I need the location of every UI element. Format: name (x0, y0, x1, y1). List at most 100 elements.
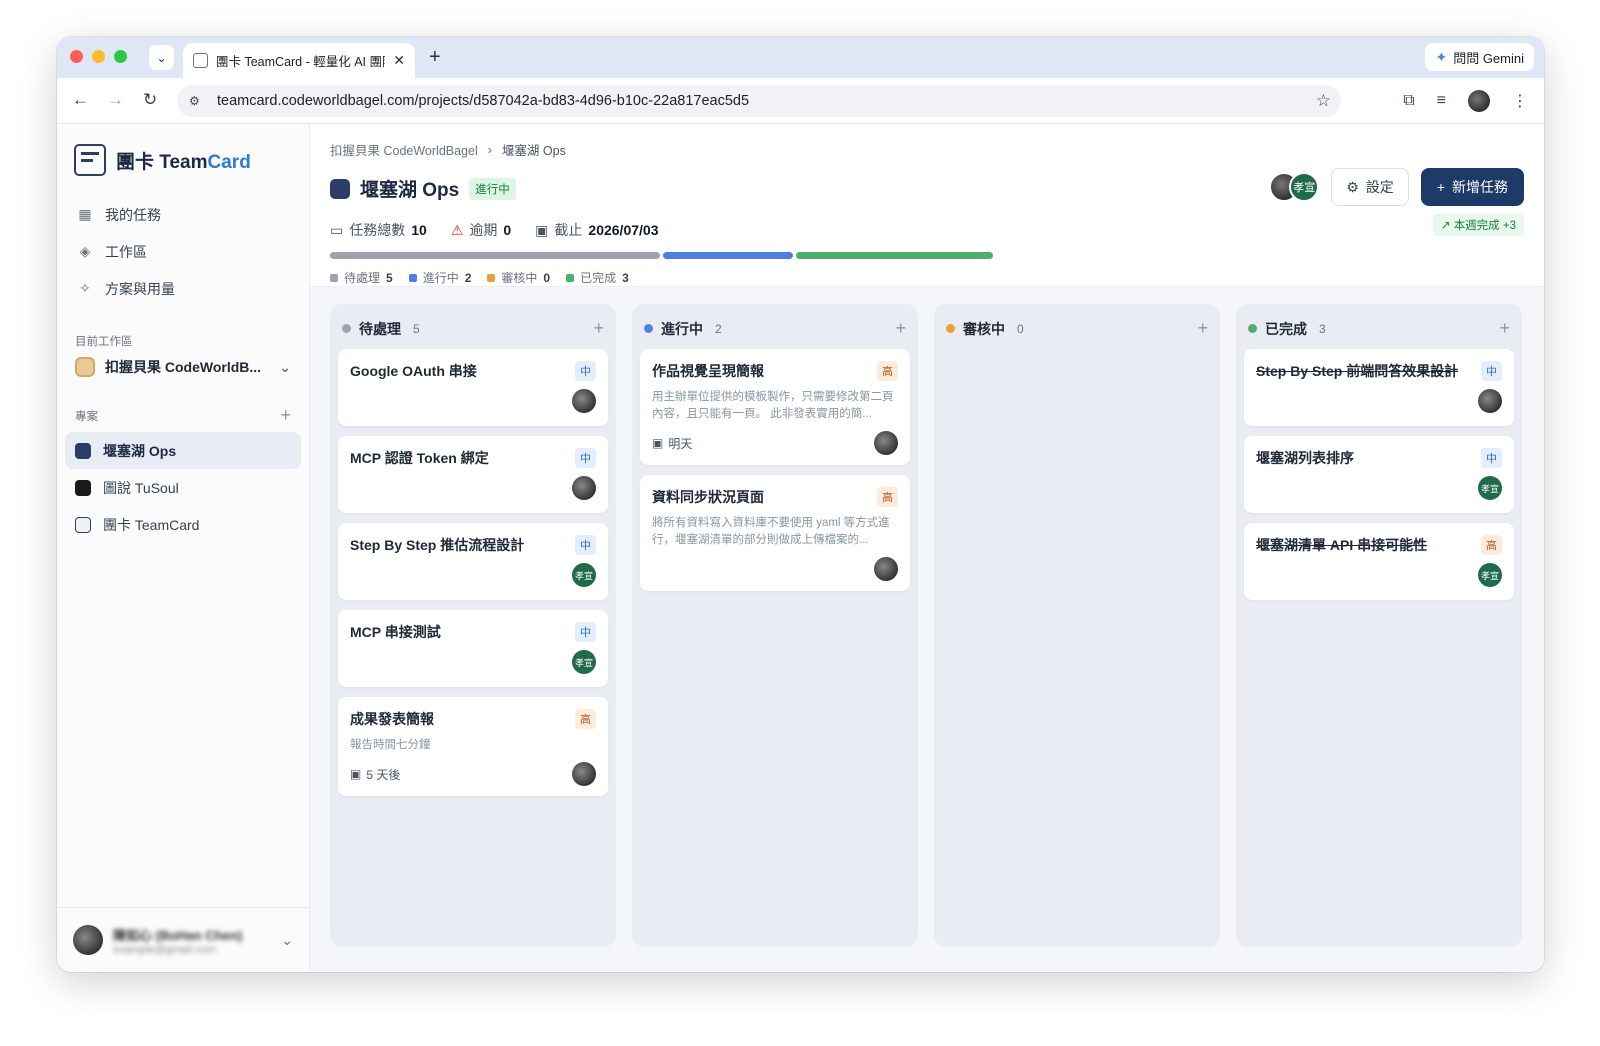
forward-icon[interactable]: → (107, 90, 124, 110)
brand-prefix: 團卡 Team (116, 151, 208, 173)
stat-due-value: 2026/07/03 (588, 222, 659, 238)
legend-count: 5 (386, 270, 393, 285)
minimize-window-button[interactable] (92, 50, 105, 63)
projects-section-label: 專案 + (57, 405, 309, 426)
task-card[interactable]: Step By Step 前端問答效果設計 中 (1244, 349, 1514, 426)
legend-label: 已完成 (580, 271, 617, 285)
back-icon[interactable]: ← (72, 90, 89, 110)
profile-avatar[interactable] (1468, 90, 1490, 112)
task-footer (652, 557, 898, 581)
sidebar-item-project-tusoul[interactable]: 圖說 TuSoul (65, 469, 301, 506)
sidebar-item-my-tasks[interactable]: ▦ 我的任務 (67, 196, 299, 233)
task-card[interactable]: 堰塞湖列表排序 中孝宣 (1244, 436, 1514, 513)
avatar[interactable] (874, 431, 898, 455)
task-title: Step By Step 推估流程設計 (350, 537, 525, 553)
brand[interactable]: 團卡 TeamCard (57, 124, 309, 192)
add-card-button[interactable]: + (1197, 318, 1208, 339)
side-nav: ▦ 我的任務 ◈ 工作區 ✧ 方案與用量 (57, 192, 309, 311)
reading-list-icon[interactable]: ≡ (1437, 92, 1446, 110)
more-menu-icon[interactable]: ⋮ (1512, 91, 1528, 111)
user-menu[interactable]: 陳如心 (BoHan Chen) example@gmail.com ⌄ (57, 907, 309, 972)
avatar[interactable] (874, 557, 898, 581)
legend-item: 進行中 2 (408, 269, 471, 286)
add-project-button[interactable]: + (280, 405, 291, 426)
task-footer: ▣ 明天 (652, 431, 898, 455)
calendar-icon: ▣ (350, 767, 362, 781)
header-actions: 孝宣 ⚙ 設定 + 新增任務 (1269, 168, 1524, 206)
avatar[interactable] (572, 389, 596, 413)
teamcard-favicon-icon (193, 53, 208, 68)
priority-badge: 中 (575, 448, 596, 468)
sidebar-item-workspaces[interactable]: ◈ 工作區 (67, 233, 299, 270)
reload-icon[interactable]: ↻ (143, 90, 157, 110)
status-dot (1248, 324, 1257, 333)
task-title: 成果發表簡報 (350, 711, 434, 727)
add-task-button[interactable]: + 新增任務 (1420, 168, 1524, 206)
workspace-selector[interactable]: 扣握貝果 CodeWorldB... ⌄ (57, 349, 309, 385)
legend-count: 0 (543, 270, 551, 285)
add-card-button[interactable]: + (895, 318, 906, 339)
breadcrumb-root[interactable]: 扣握貝果 CodeWorldBagel (330, 140, 478, 159)
avatar[interactable] (572, 762, 596, 786)
tab-search-button[interactable]: ⌄ (149, 45, 174, 70)
sidebar-item-plans[interactable]: ✧ 方案與用量 (67, 270, 299, 307)
legend-label: 待處理 (344, 271, 381, 285)
browser-window: ⌄ 團卡 TeamCard - 輕量化 AI 團隊 ✕ + ✦ 問問 Gemin… (57, 37, 1544, 972)
member-avatars[interactable]: 孝宣 (1269, 172, 1320, 202)
gemini-button[interactable]: ✦ 問問 Gemini (1425, 43, 1534, 71)
avatar[interactable] (1478, 389, 1502, 413)
sidebar-item-label: 我的任務 (105, 206, 161, 223)
project-label: 圖說 TuSoul (103, 479, 179, 496)
task-card[interactable]: 成果發表簡報 高報告時間七分鐘 ▣ 5 天後 (338, 697, 608, 796)
new-tab-button[interactable]: + (429, 46, 441, 69)
app: 團卡 TeamCard ▦ 我的任務 ◈ 工作區 ✧ 方案與用量 目前工作區 扣… (57, 124, 1544, 972)
address-bar[interactable]: ⚙ teamcard.codeworldbagel.com/projects/d… (177, 85, 1341, 117)
task-card[interactable]: Google OAuth 串接 中 (338, 349, 608, 426)
task-footer: 孝宣 (350, 650, 596, 674)
bookmark-star-icon[interactable]: ☆ (1316, 91, 1331, 111)
legend-swatch (566, 273, 575, 282)
task-card[interactable]: 堰塞湖清單 API 串接可能性 高孝宣 (1244, 523, 1514, 600)
avatar[interactable]: 孝宣 (572, 650, 596, 674)
close-window-button[interactable] (70, 50, 83, 63)
gear-icon: ⚙ (1346, 178, 1359, 195)
column-header: 待處理 5 + (338, 316, 608, 349)
task-card[interactable]: MCP 認證 Token 綁定 中 (338, 436, 608, 513)
avatar[interactable]: 孝宣 (572, 563, 596, 587)
task-title: 作品視覺呈現簡報 (652, 363, 764, 379)
site-info-icon[interactable]: ⚙ (189, 94, 205, 108)
legend-item: 已完成 3 (566, 269, 629, 286)
user-name: 陳如心 (BoHan Chen) (113, 927, 243, 943)
settings-button[interactable]: ⚙ 設定 (1331, 168, 1409, 206)
extensions-icon[interactable]: ⧉ (1403, 92, 1414, 110)
due-date: ▣ 5 天後 (350, 766, 400, 783)
user-info: 陳如心 (BoHan Chen) example@gmail.com (113, 925, 271, 956)
kanban-board: 待處理 5 + Google OAuth 串接中 MCP 認證 Token 綁定中 Ste… (330, 304, 1544, 947)
project-label: 團卡 TeamCard (103, 516, 200, 533)
add-card-button[interactable]: + (593, 318, 604, 339)
browser-tab[interactable]: 團卡 TeamCard - 輕量化 AI 團隊 ✕ (183, 43, 415, 78)
kanban-column: 進行中 2 + 作品視覺呈現簡報高用主辦單位提供的模板製作，只需要修改第二頁內容，且只… (632, 304, 918, 947)
priority-badge: 高 (1481, 535, 1502, 555)
sidebar-item-project-teamcard[interactable]: 團卡 TeamCard (65, 506, 301, 543)
add-card-button[interactable]: + (1499, 318, 1510, 339)
maximize-window-button[interactable] (114, 50, 127, 63)
browser-toolbar: ← → ↻ ⚙ teamcard.codeworldbagel.com/proj… (57, 78, 1544, 124)
kanban-column: 已完成 3 + Step By Step 前端問答效果設計中堰塞湖列表排序中孝宣 堰塞湖… (1236, 304, 1522, 947)
task-card[interactable]: MCP 串接測試 中孝宣 (338, 610, 608, 687)
task-footer: 孝宣 (350, 563, 596, 587)
priority-badge: 中 (575, 622, 596, 642)
layers-icon: ◈ (79, 243, 91, 259)
task-card[interactable]: 作品視覺呈現簡報 高用主辦單位提供的模板製作，只需要修改第二頁內容，且只能有一頁。… (640, 349, 910, 465)
sidebar-item-project-ops[interactable]: 堰塞湖 Ops (65, 432, 301, 469)
due-text: 5 天後 (366, 767, 401, 782)
avatar[interactable] (572, 476, 596, 500)
avatar[interactable]: 孝宣 (1478, 563, 1502, 587)
legend-swatch (408, 273, 417, 282)
project-ops-icon (75, 442, 91, 459)
task-card[interactable]: 資料同步狀況頁面 高將所有資料寫入資料庫不要使用 yaml 等方式進行，堰塞湖清單… (640, 475, 910, 591)
grid-icon: ▦ (78, 206, 92, 222)
close-tab-icon[interactable]: ✕ (393, 52, 405, 69)
task-card[interactable]: Step By Step 推估流程設計 中孝宣 (338, 523, 608, 600)
avatar[interactable]: 孝宣 (1478, 476, 1502, 500)
